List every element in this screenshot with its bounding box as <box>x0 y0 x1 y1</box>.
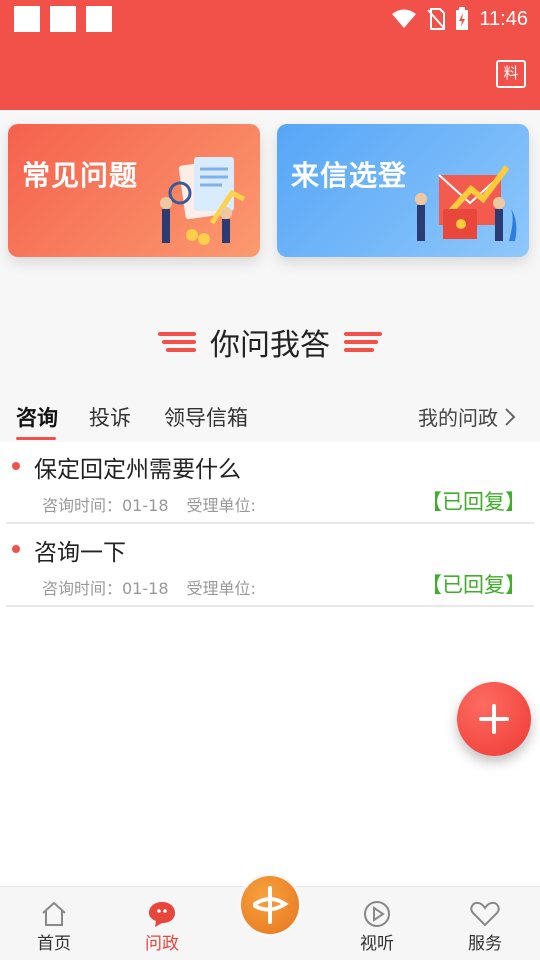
plus-icon <box>479 704 509 734</box>
faq-card-title: 常见问题 <box>22 159 139 192</box>
my-policy-link[interactable]: 我的问政 <box>418 402 516 431</box>
handling-unit: 受理单位: <box>186 579 256 598</box>
consult-time: 咨询时间：01-18 <box>42 496 169 515</box>
section-title: 你问我答 <box>210 328 330 363</box>
nav-ask-label: 问政 <box>145 934 179 954</box>
nav-video-label: 视听 <box>360 934 394 954</box>
envelope-chart-illustration <box>415 165 517 241</box>
tab-complaint[interactable]: 投诉 <box>89 402 131 432</box>
clock: 11:46 <box>479 7 528 30</box>
bottom-navigation: 首页 问政 视听 服务 <box>0 873 540 960</box>
bullet-dot <box>12 462 20 470</box>
active-tab-indicator <box>16 437 56 440</box>
nav-video[interactable]: 视听 <box>342 899 412 954</box>
tab-consult[interactable]: 咨询 <box>16 402 58 432</box>
battery-charging-icon <box>456 7 469 30</box>
notification-icon <box>86 6 112 32</box>
nav-service-label: 服务 <box>468 934 502 954</box>
status-bar-right: 11:46 <box>391 4 528 34</box>
section-header: 你问我答 <box>0 320 540 364</box>
decor-lines-right <box>344 332 382 352</box>
question-list: 保定回定州需要什么 咨询时间：01-18 受理单位: 【已回复】 咨询一下 咨询时… <box>0 442 540 886</box>
faq-card[interactable]: 常见问题 <box>8 124 260 257</box>
question-meta: 咨询时间：01-18 受理单位: <box>42 492 256 516</box>
my-policy-label: 我的问政 <box>418 406 498 430</box>
nav-center-logo[interactable] <box>238 873 302 937</box>
play-circle-icon <box>364 901 390 927</box>
nav-home-label: 首页 <box>37 934 71 954</box>
chat-bubble-icon <box>149 902 175 927</box>
no-sim-icon <box>427 8 446 30</box>
tab-leader-mailbox[interactable]: 领导信箱 <box>164 402 248 432</box>
letters-card[interactable]: 来信选登 <box>277 124 529 257</box>
status-badge: 【已回复】 <box>421 573 526 597</box>
app-header: 11:46 料 <box>0 0 540 110</box>
handling-unit: 受理单位: <box>186 496 256 515</box>
question-title: 咨询一下 <box>34 540 126 566</box>
question-title: 保定回定州需要什么 <box>34 457 241 483</box>
category-tabs: 咨询 投诉 领导信箱 我的问政 <box>0 394 540 442</box>
news-feed-icon[interactable]: 料 <box>496 60 526 88</box>
letters-card-title: 来信选登 <box>291 159 408 192</box>
chevron-right-icon <box>505 407 516 426</box>
documents-illustration <box>160 157 246 245</box>
nav-service[interactable]: 服务 <box>450 899 520 954</box>
divider <box>6 522 534 524</box>
nav-ask[interactable]: 问政 <box>127 899 197 954</box>
nav-home[interactable]: 首页 <box>19 899 89 954</box>
status-badge: 【已回复】 <box>421 490 526 514</box>
station-logo-icon <box>241 876 299 934</box>
list-item[interactable]: 保定回定州需要什么 咨询时间：01-18 受理单位: 【已回复】 <box>0 442 540 524</box>
bullet-dot <box>12 545 20 553</box>
list-item[interactable]: 咨询一下 咨询时间：01-18 受理单位: 【已回复】 <box>0 525 540 607</box>
home-icon <box>42 901 66 926</box>
question-meta: 咨询时间：01-18 受理单位: <box>42 575 256 599</box>
wifi-icon <box>392 9 417 28</box>
add-question-button[interactable] <box>457 682 531 756</box>
divider <box>6 605 534 607</box>
notification-icon <box>50 6 76 32</box>
notification-icon <box>14 6 40 32</box>
consult-time: 咨询时间：01-18 <box>42 579 169 598</box>
heart-icon <box>470 901 500 927</box>
decor-lines-left <box>158 332 196 352</box>
